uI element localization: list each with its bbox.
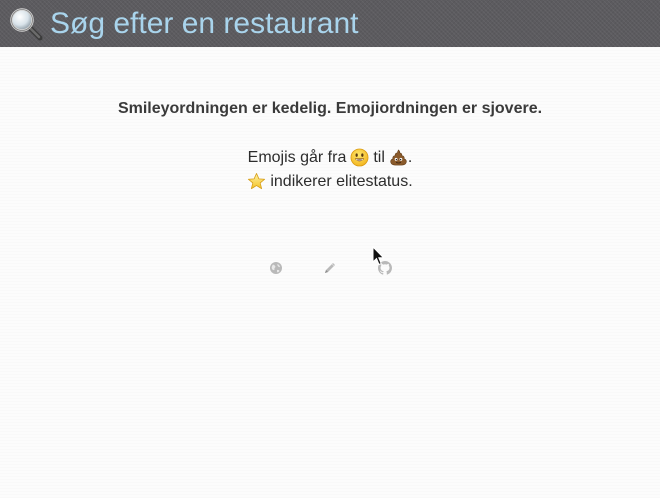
- mouse-pointer-icon: [372, 246, 385, 266]
- elite-status-line: indikerer elitestatus.: [0, 172, 660, 191]
- page: Smileyordningen er kedelig. Emojiordning…: [0, 0, 660, 498]
- elite-status-text: indikerer elitestatus.: [270, 172, 413, 190]
- intro-headline: Smileyordningen er kedelig. Emojiordning…: [117, 100, 543, 117]
- emoji-range-line: Emojis går fra til .: [0, 148, 660, 167]
- pile-of-poo-icon: [390, 149, 407, 166]
- magnifying-glass-icon: [10, 7, 43, 40]
- range-middle-text: til: [373, 148, 385, 166]
- range-prefix-text: Emojis går fra: [247, 148, 347, 166]
- smiley-face-icon: [350, 148, 369, 167]
- star-icon: [248, 173, 266, 190]
- pencil-icon[interactable]: [323, 261, 337, 275]
- search-bar: [0, 0, 660, 47]
- globe-icon[interactable]: [269, 261, 283, 275]
- footer-links: [0, 261, 660, 279]
- search-input[interactable]: [50, 3, 640, 44]
- range-suffix-text: .: [407, 148, 413, 166]
